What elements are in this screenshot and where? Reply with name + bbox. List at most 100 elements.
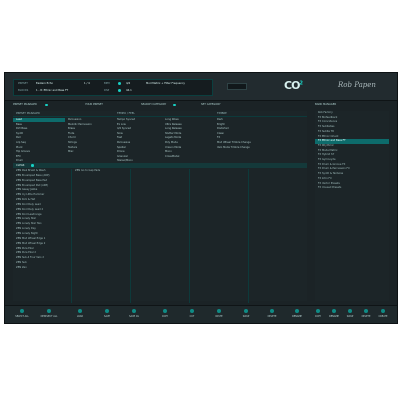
bank-create-label: CREATE — [378, 315, 388, 318]
bank-delete-icon — [364, 309, 368, 313]
list-item[interactable]: ZEN Mod Wheel Edge 1 — [16, 237, 49, 242]
rename-icon — [295, 309, 299, 313]
deselect-all-label: DESELECT ALL — [40, 315, 58, 318]
clear-bar[interactable]: CLEAR — [13, 163, 307, 168]
bank-delete-button[interactable]: DELETE — [358, 308, 374, 322]
swap-button[interactable]: SWAP — [235, 308, 257, 322]
rename-label: RENAME — [292, 315, 302, 318]
category-item[interactable]: Mod Wheel Timbre Change — [217, 141, 251, 146]
bank-rename-button[interactable]: RENAME — [326, 308, 342, 322]
save-as-button[interactable]: SAVE AS — [123, 308, 145, 322]
bank-delete-label: DELETE — [361, 315, 371, 318]
bank-copy-button[interactable]: COPY — [310, 308, 326, 322]
bank-item[interactable]: FX Unused Presets — [315, 186, 389, 191]
save-label: SAVE — [104, 315, 110, 318]
preset-arrow-button[interactable] — [227, 83, 247, 90]
list-column-divider — [189, 169, 190, 303]
search-category-led-icon — [173, 103, 176, 106]
cut-label: CUT — [189, 315, 195, 318]
delete-button[interactable]: DELETE — [261, 308, 283, 322]
variation-text: Mod Matrix + Filter Frequency — [146, 82, 185, 85]
load-icon — [78, 309, 82, 313]
preset-label: PRESET — [18, 82, 28, 85]
bank-copy-icon — [316, 309, 320, 313]
bank-swap-button[interactable]: SWAP — [342, 308, 358, 322]
load-label: LOAD — [76, 315, 84, 318]
list-column-divider — [71, 169, 72, 303]
cut-button[interactable]: CUT — [181, 308, 203, 322]
browser-tabs: PRESET MANAGER YOUR PRESET SEARCH CATEGO… — [5, 101, 397, 110]
clear-label: CLEAR — [16, 164, 25, 167]
bank-copy-label: COPY — [314, 315, 322, 318]
delete-icon — [270, 309, 274, 313]
cut-icon — [190, 309, 194, 313]
category-item[interactable]: Misc — [68, 150, 92, 155]
preset-manager-led-icon — [45, 103, 48, 106]
list-item[interactable]: ZEN Mod Wheel Edge 2 — [16, 242, 49, 247]
blocks-label: BLOCKS — [18, 89, 29, 92]
dsp-label: DSP — [104, 89, 110, 92]
clear-led-icon — [31, 164, 34, 167]
bank-swap-label: SWAP — [346, 315, 354, 318]
paste-button[interactable]: PASTE — [208, 308, 230, 322]
select-all-label: SELECT ALL — [15, 315, 29, 318]
list-item[interactable]: ZEN Zen — [16, 266, 49, 271]
swap-label: SWAP — [242, 315, 250, 318]
paste-icon — [217, 309, 221, 313]
list-item[interactable]: ZEN Enveloped Bass Pad — [16, 179, 49, 184]
save-as-icon — [132, 309, 136, 313]
bpm-label: BPM — [104, 82, 110, 85]
category-item[interactable]: CrossModel — [165, 155, 182, 160]
tab-bank-manager[interactable]: BANK MANAGER — [315, 103, 336, 106]
category-item[interactable]: Tempo Synced — [117, 118, 135, 123]
save-button[interactable]: SAVE — [96, 308, 118, 322]
tab-your-preset[interactable]: YOUR PRESET — [85, 103, 103, 106]
select-all-button[interactable]: SELECT ALL — [11, 308, 33, 322]
deselect-all-icon — [47, 309, 51, 313]
preset-list: ZEN Paul Brush & Wash ZEN Enveloped Bass… — [16, 169, 49, 271]
category-item[interactable]: Velo Mode Timbre Change — [217, 146, 251, 151]
category-column-2: Percussion Melodic Percussion Brass Flut… — [68, 118, 92, 155]
bank-manager-panel: Rob Factory FX Biofeedback FX Coincidenc… — [315, 111, 389, 301]
select-all-icon — [20, 309, 24, 313]
preset-position: 1 / 4 — [84, 82, 90, 85]
delete-label: DELETE — [267, 315, 277, 318]
brand-text: CO — [284, 79, 300, 92]
tab-preset-manager[interactable]: PRESET MANAGER — [13, 103, 37, 106]
copy-icon — [163, 309, 167, 313]
list-item[interactable]: ZEN Go to Gap Pads — [75, 169, 100, 174]
save-as-label: SAVE AS — [129, 315, 139, 318]
bank-rename-icon — [332, 309, 336, 313]
header-bar: PRESET Eastern Echo 1 / 4 BPM 4/4 Mod Ma… — [5, 73, 397, 101]
list-item[interactable]: ZEN Enveloped Bass (ARP) — [16, 174, 49, 179]
bank-create-icon — [381, 309, 385, 313]
bpm-led-icon — [118, 82, 121, 85]
category-column-3: Tempo Synced Ex Low 4/4 Synced Slow Fast… — [117, 118, 135, 164]
brand-sup: 2 — [299, 80, 303, 87]
swap-icon — [244, 309, 248, 313]
category-column-4: Long Wave Ultra Release Long Release Stu… — [165, 118, 182, 159]
list-column-divider — [248, 169, 249, 303]
rob-papen-signature: Rob Papen — [338, 81, 376, 89]
bank-rename-label: RENAME — [329, 315, 339, 318]
blocks-value: 1 - 8: Ethnic and Bass FT — [36, 89, 69, 92]
preset-list-column-2: ZEN Go to Gap Pads — [75, 169, 100, 174]
rename-button[interactable]: RENAME — [286, 308, 308, 322]
bank-create-button[interactable]: CREATE — [374, 308, 392, 322]
deselect-all-button[interactable]: DESELECT ALL — [38, 308, 60, 322]
list-column-divider — [130, 169, 131, 303]
dsp-led-icon — [118, 89, 121, 92]
copy-label: COPY — [161, 315, 169, 318]
save-icon — [105, 309, 109, 313]
preset-display[interactable]: PRESET Eastern Echo 1 / 4 BPM 4/4 Mod Ma… — [13, 79, 213, 96]
co2-logo: CO2 — [284, 79, 303, 92]
preset-name: Eastern Echo — [36, 82, 53, 85]
load-button[interactable]: LOAD — [69, 308, 91, 322]
tab-search-category[interactable]: SEARCH CATEGORY — [141, 103, 166, 106]
sample-rate: 44.1 — [126, 89, 132, 92]
header-divider — [13, 116, 307, 117]
tab-set-category[interactable]: SET CATEGORY — [201, 103, 221, 106]
bank-swap-icon — [348, 309, 352, 313]
category-column-1: Lead Bass Dirt Bass Synth Pad Arp Seq Pl… — [16, 118, 30, 164]
copy-button[interactable]: COPY — [154, 308, 176, 322]
